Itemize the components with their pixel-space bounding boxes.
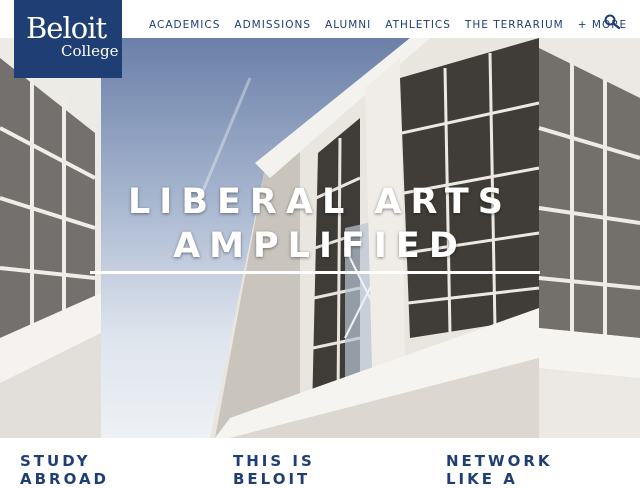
hero-headline-line-2: AMPLIFIED [173,226,467,266]
headline-divider [90,271,540,274]
logo-line-2: College [61,42,119,60]
nav-admissions[interactable]: ADMISSIONS [234,18,311,32]
teaser-line-1: THIS IS [233,452,315,470]
teaser-line-1: STUDY [20,452,91,470]
hero-headline-line-1: LIBERAL ARTS [128,182,512,222]
teaser-row: STUDY ABROAD THIS IS BELOIT NETWORK LIKE… [0,438,640,488]
search-button[interactable] [603,13,623,33]
hero-overlay-left [0,38,101,438]
main-nav: ACADEMICS ADMISSIONS ALUMNI ATHLETICS TH… [149,18,627,32]
hero-headline: LIBERAL ARTS AMPLIFIED [90,180,550,268]
teaser-line-2: BELOIT [233,470,311,488]
teaser-study-abroad[interactable]: STUDY ABROAD [20,452,190,488]
nav-alumni[interactable]: ALUMNI [325,18,371,32]
hero-overlay-right [539,38,640,438]
logo-line-1: Beloit [26,11,107,45]
beloit-college-logo[interactable]: Beloit College [14,0,122,78]
teaser-this-is-beloit[interactable]: THIS IS BELOIT [233,452,403,488]
teaser-line-2: ABROAD [20,470,110,488]
nav-academics[interactable]: ACADEMICS [149,18,220,32]
search-icon [604,14,621,30]
nav-athletics[interactable]: ATHLETICS [385,18,451,32]
hero-banner: LIBERAL ARTS AMPLIFIED [0,38,640,438]
teaser-line-2: LIKE A [446,470,518,488]
teaser-network[interactable]: NETWORK LIKE A [446,452,616,488]
nav-the-terrarium[interactable]: THE TERRARIUM [465,18,564,32]
teaser-line-1: NETWORK [446,452,553,470]
